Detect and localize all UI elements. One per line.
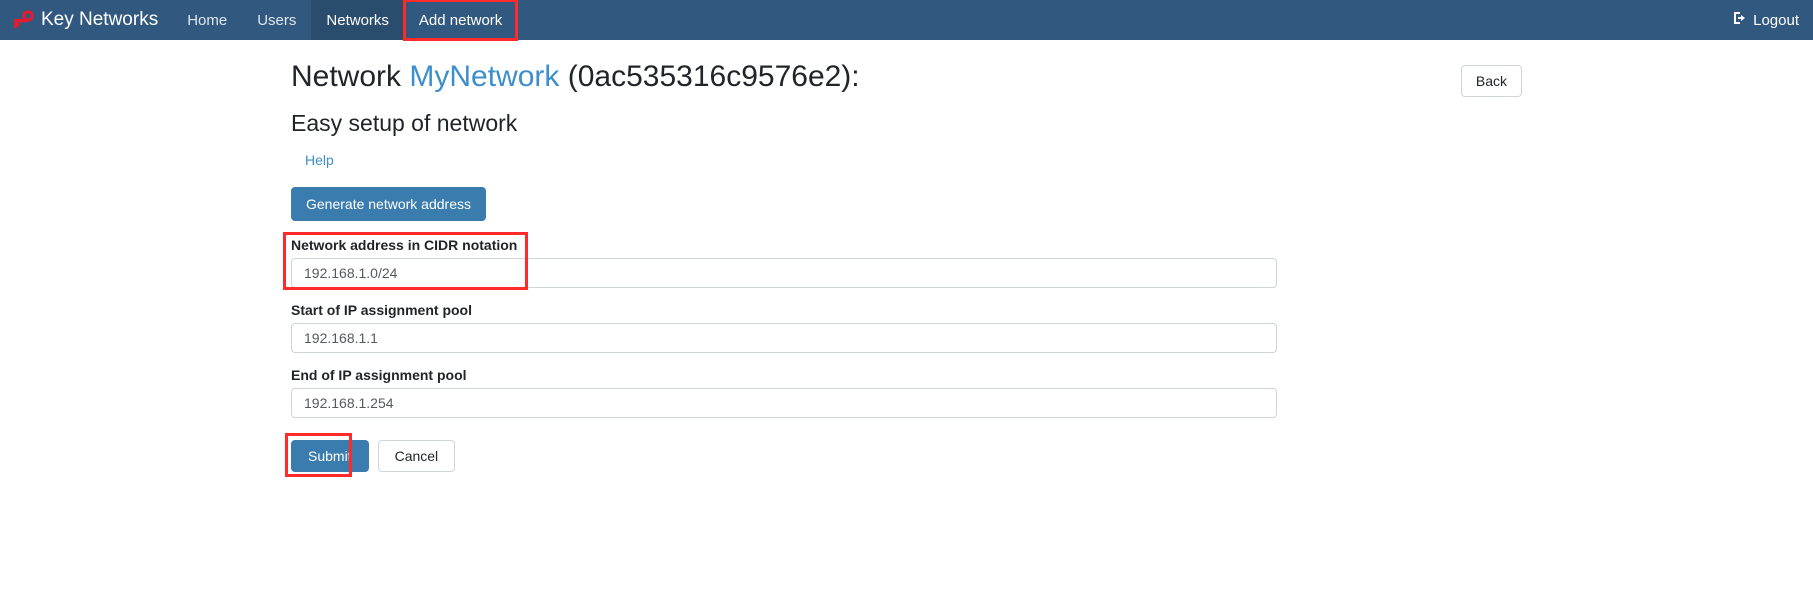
nav-links: Home Users Networks Add network xyxy=(172,0,519,41)
help-link[interactable]: Help xyxy=(305,152,334,168)
logout-button[interactable]: Logout xyxy=(1732,10,1799,30)
field-group-pool-end: End of IP assignment pool xyxy=(291,367,1277,418)
generate-button-wrap: Generate network address xyxy=(291,187,1277,221)
back-button[interactable]: Back xyxy=(1460,65,1522,97)
key-icon xyxy=(10,10,34,30)
page-title-prefix: Network xyxy=(291,60,402,93)
top-navbar: Key Networks Home Users Networks Add net… xyxy=(0,0,1813,41)
cidr-field-label: Network address in CIDR notation xyxy=(291,237,518,253)
cancel-button[interactable]: Cancel xyxy=(377,440,456,472)
easy-setup-form: Help Generate network address Network ad… xyxy=(283,137,1277,477)
logout-label: Logout xyxy=(1753,11,1799,29)
field-group-pool-start: Start of IP assignment pool xyxy=(291,302,1277,353)
page-title: Network MyNetwork (0ac535316c9576e2): xyxy=(291,58,860,96)
nav-item-users[interactable]: Users xyxy=(242,0,311,40)
pool-end-field-label: End of IP assignment pool xyxy=(291,367,467,383)
brand-label: Key Networks xyxy=(41,9,159,30)
page-subtitle: Easy setup of network xyxy=(291,110,518,136)
field-group-cidr: Network address in CIDR notation xyxy=(283,232,1277,290)
network-name-link[interactable]: MyNetwork xyxy=(409,60,559,93)
navbar-right: Logout xyxy=(1732,0,1813,40)
pool-start-field-label: Start of IP assignment pool xyxy=(291,302,472,318)
network-id: (0ac535316c9576e2): xyxy=(567,60,860,93)
sign-out-icon xyxy=(1732,10,1748,30)
page-header: Network MyNetwork (0ac535316c9576e2): Ba… xyxy=(291,58,1522,97)
brand-logo[interactable]: Key Networks xyxy=(0,0,172,40)
submit-button[interactable]: Submit xyxy=(291,440,369,472)
nav-item-home[interactable]: Home xyxy=(172,0,242,40)
page-content: Network MyNetwork (0ac535316c9576e2): Ba… xyxy=(0,40,1813,477)
nav-item-add-network[interactable]: Add network xyxy=(402,0,519,41)
pool-end-input[interactable] xyxy=(291,388,1277,418)
nav-item-networks[interactable]: Networks xyxy=(311,0,404,40)
form-actions: Submit Cancel xyxy=(285,433,1277,477)
generate-network-address-button[interactable]: Generate network address xyxy=(291,187,486,221)
cidr-input[interactable] xyxy=(291,258,1277,288)
pool-start-input[interactable] xyxy=(291,323,1277,353)
